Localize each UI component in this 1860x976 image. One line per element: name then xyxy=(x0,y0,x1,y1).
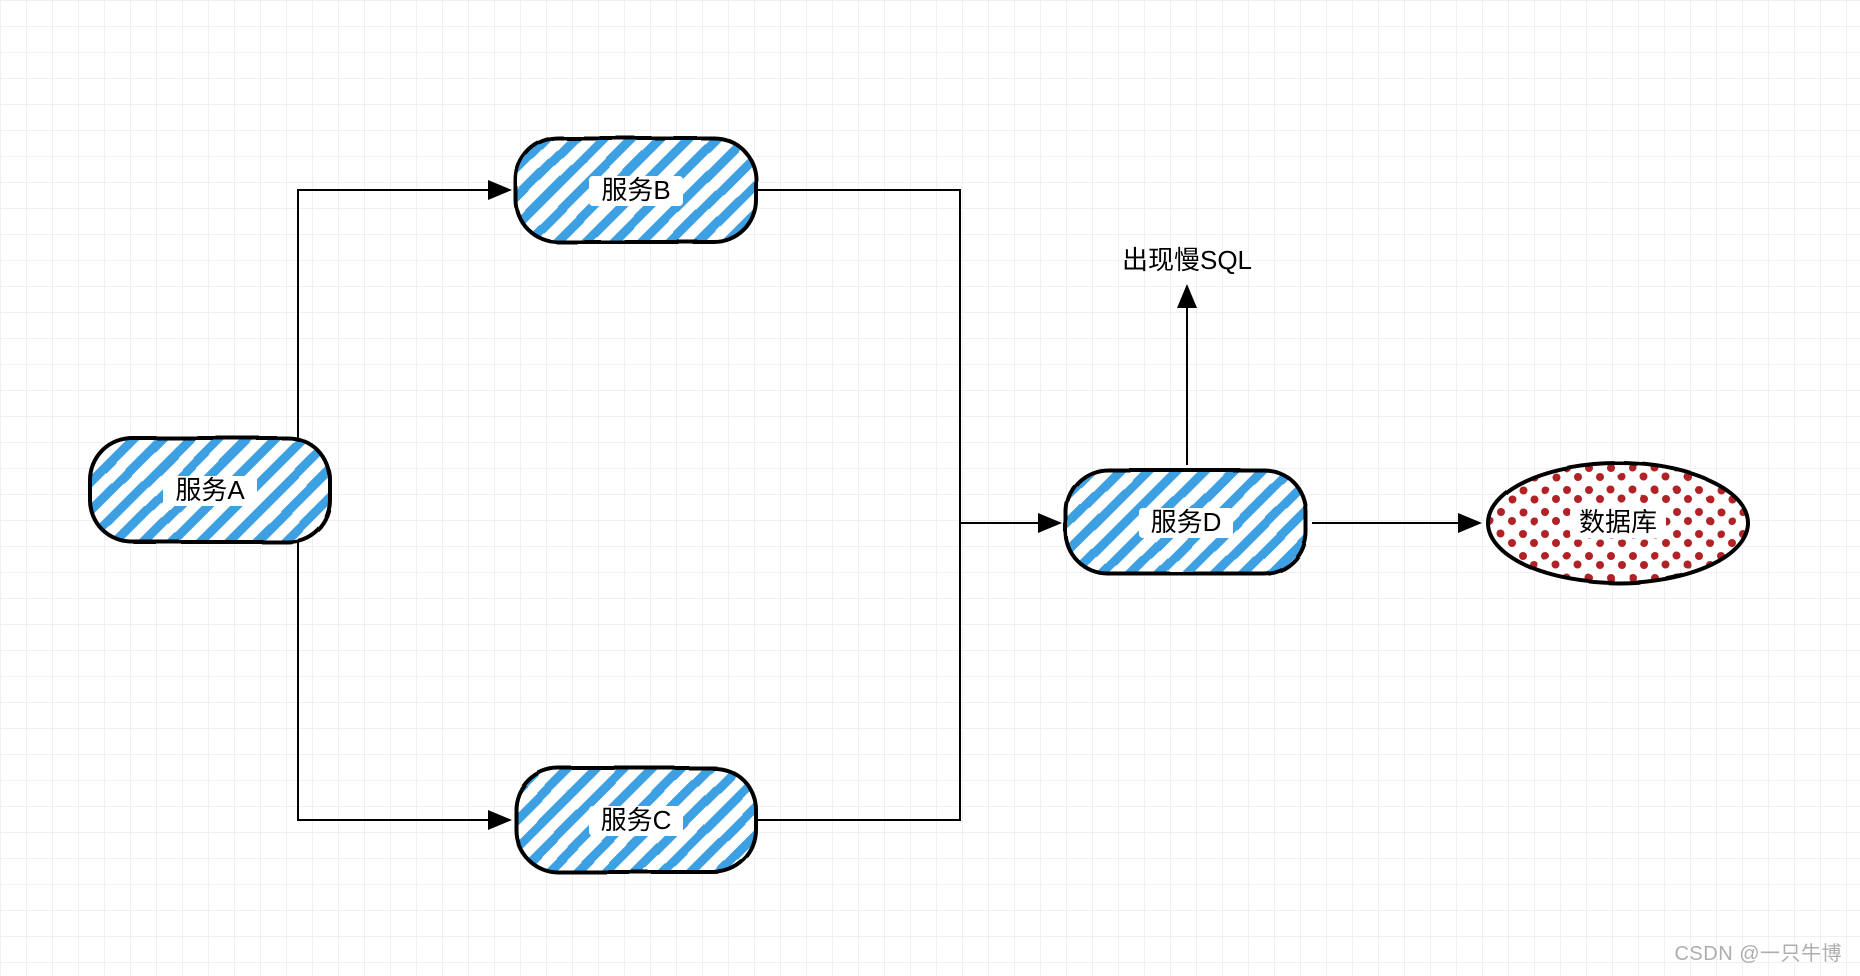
edge-a-to-c xyxy=(298,490,510,820)
edge-bc-to-d xyxy=(758,190,1060,820)
service-c-label: 服务C xyxy=(601,805,672,835)
watermark: CSDN @一只牛博 xyxy=(1674,937,1842,966)
service-a-label: 服务A xyxy=(175,475,245,505)
architecture-diagram: 服务A 服务B 服务C 服务D 数据库 出现慢SQL xyxy=(0,0,1860,976)
database-label: 数据库 xyxy=(1579,507,1657,537)
edge-a-to-b xyxy=(298,190,510,490)
service-b-label: 服务B xyxy=(601,175,670,205)
service-d-label: 服务D xyxy=(1151,507,1222,537)
slow-sql-annotation: 出现慢SQL xyxy=(1122,245,1252,275)
